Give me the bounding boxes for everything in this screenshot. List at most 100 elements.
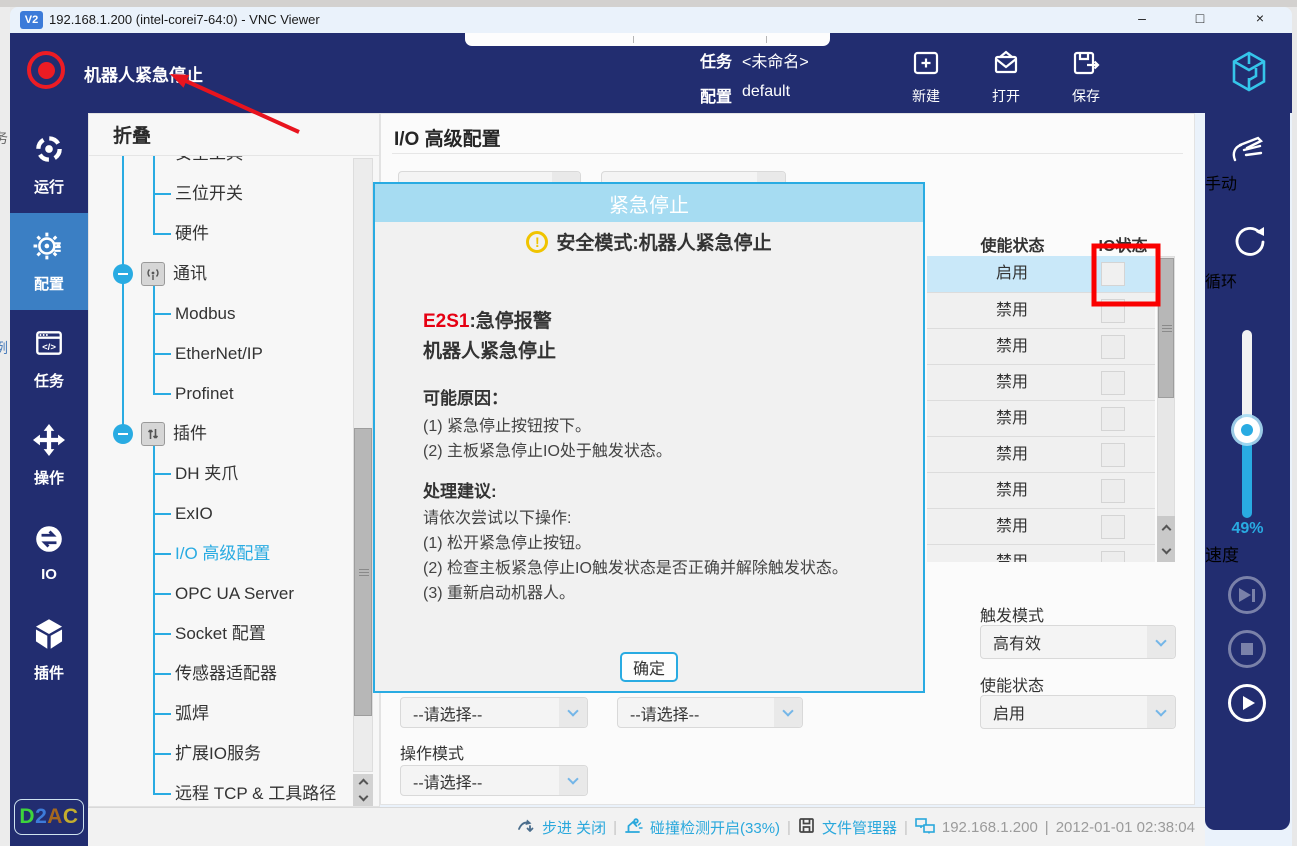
window-title: 192.168.1.200 (intel-corei7-64:0) - VNC … <box>49 12 320 27</box>
suggestion-item: (1) 松开紧急停止按钮。 <box>423 529 591 553</box>
close-button[interactable]: × <box>1243 8 1277 28</box>
table-scroll-up-button[interactable] <box>1157 516 1175 539</box>
tree-item-three-position-switch[interactable]: 三位开关 <box>89 174 349 214</box>
tree-scrollbar-thumb[interactable] <box>354 428 372 716</box>
dialog-title: 紧急停止 <box>375 184 923 222</box>
table-row[interactable]: 禁用 <box>927 508 1155 544</box>
speed-slider-track-lower[interactable] <box>1242 432 1252 518</box>
speed-slider-thumb[interactable] <box>1234 417 1260 443</box>
io-state-checkbox[interactable] <box>1101 407 1125 431</box>
tree-item-modbus[interactable]: Modbus <box>89 294 349 334</box>
collision-detect-status[interactable]: 碰撞检测开启(33%) <box>650 817 780 838</box>
step-mode-status[interactable]: 步进 关闭 <box>542 817 606 838</box>
io-state-checkbox[interactable] <box>1101 371 1125 395</box>
tree-node-communication[interactable]: 通讯 <box>89 254 349 294</box>
open-button[interactable]: 打开 <box>974 48 1038 104</box>
trigger-mode-dropdown[interactable]: 高有效 <box>980 625 1176 659</box>
maximize-button[interactable]: □ <box>1183 8 1217 28</box>
suggestion-item: (2) 检查主板紧急停止IO触发状态是否正确并解除触发状态。 <box>423 554 848 578</box>
io-state-checkbox[interactable] <box>1101 479 1125 503</box>
manual-mode-icon[interactable] <box>1227 130 1269 171</box>
table-row[interactable]: 禁用 <box>927 400 1155 436</box>
table-row[interactable]: 启用 <box>927 256 1155 292</box>
network-icon <box>915 817 935 838</box>
tree-item-extended-io-service[interactable]: 扩展IO服务 <box>89 734 349 774</box>
error-subtitle: 机器人紧急停止 <box>423 336 556 363</box>
tree-item-socket-config[interactable]: Socket 配置 <box>89 614 349 654</box>
tree-collapse-header[interactable]: 折叠 <box>89 114 379 156</box>
tree-item-exio[interactable]: ExIO <box>89 494 349 534</box>
new-button[interactable]: 新建 <box>894 48 958 104</box>
table-row[interactable]: 禁用 <box>927 472 1155 508</box>
config-label: 配置 <box>700 83 732 107</box>
select-dropdown-1[interactable]: --请选择-- <box>400 697 588 728</box>
tree-scroll-up-button[interactable] <box>353 774 373 790</box>
collision-detect-icon <box>624 817 643 838</box>
tree-node-plugins[interactable]: 插件 <box>89 414 349 454</box>
enable-state-dropdown[interactable]: 启用 <box>980 695 1176 729</box>
table-row[interactable]: 禁用 <box>927 328 1155 364</box>
tree-item-arc-welding[interactable]: 弧焊 <box>89 694 349 734</box>
play-button[interactable] <box>1228 684 1266 722</box>
table-row[interactable]: 禁用 <box>927 544 1155 562</box>
estop-status-text: 机器人紧急停止 <box>84 61 203 86</box>
io-state-checkbox[interactable] <box>1101 515 1125 539</box>
suggestions-title: 处理建议: <box>423 477 497 502</box>
table-row[interactable]: 禁用 <box>927 436 1155 472</box>
tree-item-dh-gripper[interactable]: DH 夹爪 <box>89 454 349 494</box>
sidebar-item-run[interactable]: 运行 <box>10 116 88 213</box>
jog-icon <box>33 424 65 461</box>
run-icon <box>33 133 65 170</box>
io-state-checkbox[interactable] <box>1101 335 1125 359</box>
cycle-icon[interactable] <box>1226 220 1270 269</box>
table-row[interactable]: 禁用 <box>927 292 1155 328</box>
minimize-button[interactable]: – <box>1125 8 1159 28</box>
io-state-checkbox[interactable] <box>1101 443 1125 467</box>
vnc-toolbar-tab[interactable] <box>465 33 830 46</box>
sidebar-item-plugin[interactable]: 插件 <box>10 601 88 698</box>
io-state-checkbox[interactable] <box>1101 299 1125 323</box>
sidebar-item-jog[interactable]: 操作 <box>10 407 88 504</box>
cause-item: (2) 主板紧急停止IO处于触发状态。 <box>423 437 672 461</box>
tree-item-hardware[interactable]: 硬件 <box>89 214 349 254</box>
play-icon <box>1243 696 1255 710</box>
tree-item-opc-ua-server[interactable]: OPC UA Server <box>89 574 349 614</box>
tree-scroll-down-button[interactable] <box>353 790 373 806</box>
select-dropdown-2[interactable]: --请选择-- <box>617 697 803 728</box>
tree-item-io-advanced-config[interactable]: I/O 高级配置 <box>89 534 349 574</box>
io-state-checkbox[interactable] <box>1101 262 1125 286</box>
enable-state-label: 使能状态 <box>980 672 1044 696</box>
step-forward-button[interactable] <box>1228 576 1266 614</box>
file-manager-link[interactable]: 文件管理器 <box>822 817 897 838</box>
io-state-checkbox[interactable] <box>1101 551 1125 562</box>
tree-item-remote-tcp-toolpath[interactable]: 远程 TCP & 工具路径 <box>89 774 349 806</box>
save-button[interactable]: 保存 <box>1054 48 1118 104</box>
tree-body: 安全工具 三位开关 硬件 通讯 Modbus EtherNet/IP Profi… <box>89 156 379 806</box>
table-scrollbar-thumb[interactable] <box>1158 258 1174 398</box>
tree-item-profinet[interactable]: Profinet <box>89 374 349 414</box>
estop-indicator-icon <box>27 51 65 89</box>
table-scroll-down-button[interactable] <box>1157 539 1175 562</box>
plugin-node-icon <box>141 422 165 446</box>
suggestions-intro: 请依次尝试以下操作: <box>423 504 571 528</box>
tree-item-safety-tools[interactable]: 安全工具 <box>89 156 349 174</box>
sidebar-item-config[interactable]: 配置 <box>10 213 88 310</box>
ok-button[interactable]: 确定 <box>620 652 678 682</box>
tree-item-sensor-adapter[interactable]: 传感器适配器 <box>89 654 349 694</box>
tree-item-ethernet-ip[interactable]: EtherNet/IP <box>89 334 349 374</box>
collapse-minus-icon[interactable] <box>113 424 133 444</box>
stop-icon <box>1241 643 1253 655</box>
io-state-column-header: IO状态 <box>1090 232 1156 256</box>
title-divider <box>392 153 1183 154</box>
sidebar-item-io[interactable]: IO <box>10 504 88 601</box>
table-row[interactable]: 禁用 <box>927 364 1155 400</box>
chevron-down-icon <box>1147 696 1175 728</box>
settings-icon <box>33 230 65 267</box>
screen: 务 例 V2 192.168.1.200 (intel-corei7-64:0)… <box>0 0 1297 846</box>
manual-mode-label: 手动 <box>1205 170 1290 194</box>
sidebar-item-task[interactable]: </> 任务 <box>10 310 88 407</box>
cycle-label: 循环 <box>1205 268 1290 292</box>
stop-button[interactable] <box>1228 630 1266 668</box>
collapse-minus-icon[interactable] <box>113 264 133 284</box>
operation-mode-dropdown[interactable]: --请选择-- <box>400 765 588 796</box>
